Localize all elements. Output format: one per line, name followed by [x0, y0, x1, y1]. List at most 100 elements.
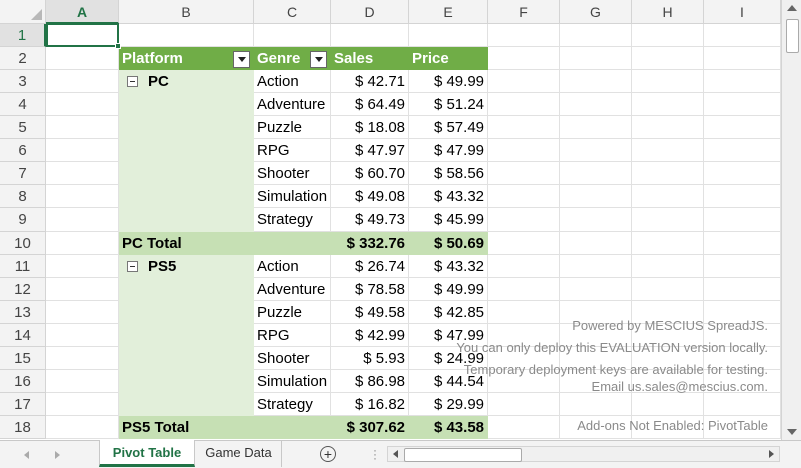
- row-header-17[interactable]: 17: [0, 393, 46, 416]
- grid-cell[interactable]: [46, 47, 119, 70]
- pivot-genre-cell[interactable]: Shooter: [254, 162, 331, 185]
- grid-cell[interactable]: [488, 162, 560, 185]
- row-header-13[interactable]: 13: [0, 301, 46, 324]
- pivot-total-sales-ps5[interactable]: $ 307.62: [331, 416, 409, 439]
- grid-cell[interactable]: [254, 24, 331, 47]
- pivot-total-price-pc[interactable]: $ 50.69: [409, 232, 488, 255]
- pivot-genre-cell[interactable]: Simulation: [254, 370, 331, 393]
- tab-scroll-right-icon[interactable]: [55, 451, 60, 459]
- grid-cell[interactable]: [46, 393, 119, 416]
- grid-cell[interactable]: [560, 393, 632, 416]
- pivot-price-cell[interactable]: $ 51.24: [409, 93, 488, 116]
- grid-cell[interactable]: [704, 185, 781, 208]
- pivot-price-cell[interactable]: $ 58.56: [409, 162, 488, 185]
- row-header-1[interactable]: 1: [0, 24, 46, 47]
- column-header-d[interactable]: D: [331, 0, 409, 24]
- pivot-group-pc[interactable]: PC: [119, 70, 254, 93]
- grid-cell[interactable]: [331, 24, 409, 47]
- hscroll-left-icon[interactable]: [393, 450, 398, 458]
- grid-cell[interactable]: [46, 232, 119, 255]
- grid-cell[interactable]: [632, 208, 704, 232]
- row-header-11[interactable]: 11: [0, 255, 46, 278]
- grid-cell[interactable]: [46, 324, 119, 347]
- pivot-price-cell[interactable]: $ 43.32: [409, 255, 488, 278]
- row-header-5[interactable]: 5: [0, 116, 46, 139]
- pivot-group-ps5[interactable]: PS5: [119, 255, 254, 278]
- pivot-genre-cell[interactable]: Action: [254, 70, 331, 93]
- column-header-h[interactable]: H: [632, 0, 704, 24]
- pivot-sales-cell[interactable]: $ 18.08: [331, 116, 409, 139]
- grid-cell[interactable]: [560, 24, 632, 47]
- grid-cell[interactable]: [560, 116, 632, 139]
- splitter-dots-icon[interactable]: · · ·: [373, 444, 377, 464]
- row-header-18[interactable]: 18: [0, 416, 46, 439]
- grid-cell[interactable]: [632, 185, 704, 208]
- grid-cell[interactable]: [119, 24, 254, 47]
- grid-cell[interactable]: [46, 208, 119, 232]
- grid-cell[interactable]: [46, 93, 119, 116]
- row-header-16[interactable]: 16: [0, 370, 46, 393]
- grid-cell[interactable]: [632, 232, 704, 255]
- grid-cell[interactable]: [488, 24, 560, 47]
- pivot-sales-cell[interactable]: $ 86.98: [331, 370, 409, 393]
- grid-cell[interactable]: [409, 24, 488, 47]
- pivot-genre-cell[interactable]: Adventure: [254, 278, 331, 301]
- grid-cell[interactable]: [560, 208, 632, 232]
- filter-dropdown-icon[interactable]: [233, 51, 250, 68]
- grid-cell[interactable]: [704, 393, 781, 416]
- grid-cell[interactable]: [632, 139, 704, 162]
- grid-cell[interactable]: [632, 255, 704, 278]
- grid-cell[interactable]: [560, 162, 632, 185]
- column-header-e[interactable]: E: [409, 0, 488, 24]
- pivot-price-cell[interactable]: $ 29.99: [409, 393, 488, 416]
- grid-cell[interactable]: [46, 370, 119, 393]
- pivot-sales-cell[interactable]: $ 49.58: [331, 301, 409, 324]
- grid-cell[interactable]: [560, 139, 632, 162]
- grid-cell[interactable]: [704, 93, 781, 116]
- grid-cell[interactable]: [560, 185, 632, 208]
- grid-cell[interactable]: [46, 116, 119, 139]
- grid-cell[interactable]: [488, 416, 560, 439]
- grid-cell[interactable]: [560, 278, 632, 301]
- grid-cell[interactable]: [488, 70, 560, 93]
- pivot-genre-cell[interactable]: Puzzle: [254, 116, 331, 139]
- grid-cell[interactable]: [704, 208, 781, 232]
- grid-cell[interactable]: [46, 70, 119, 93]
- tab-scroll-left-icon[interactable]: [24, 451, 29, 459]
- pivot-sales-cell[interactable]: $ 42.71: [331, 70, 409, 93]
- pivot-price-cell[interactable]: $ 45.99: [409, 208, 488, 232]
- pivot-genre-cell[interactable]: Action: [254, 255, 331, 278]
- pivot-total-label-ps5[interactable]: PS5 Total: [119, 416, 254, 439]
- pivot-total-blank[interactable]: [254, 232, 331, 255]
- grid-cell[interactable]: [704, 116, 781, 139]
- row-header-7[interactable]: 7: [0, 162, 46, 185]
- collapse-toggle-icon[interactable]: [127, 260, 138, 272]
- pivot-price-cell[interactable]: $ 47.99: [409, 139, 488, 162]
- row-header-12[interactable]: 12: [0, 278, 46, 301]
- scroll-thumb[interactable]: [786, 19, 799, 53]
- row-header-4[interactable]: 4: [0, 93, 46, 116]
- grid-cell[interactable]: [488, 185, 560, 208]
- grid-cell[interactable]: [560, 255, 632, 278]
- column-header-b[interactable]: B: [119, 0, 254, 24]
- tab-pivot-table[interactable]: Pivot Table: [99, 440, 195, 467]
- grid-cell[interactable]: [488, 278, 560, 301]
- grid-cell[interactable]: [632, 393, 704, 416]
- grid-cell[interactable]: [632, 93, 704, 116]
- grid-cell[interactable]: [632, 278, 704, 301]
- row-header-2[interactable]: 2: [0, 47, 46, 70]
- column-header-c[interactable]: C: [254, 0, 331, 24]
- pivot-total-price-ps5[interactable]: $ 43.58: [409, 416, 488, 439]
- pivot-sales-cell[interactable]: $ 47.97: [331, 139, 409, 162]
- grid-cell[interactable]: [46, 185, 119, 208]
- pivot-sales-cell[interactable]: $ 49.73: [331, 208, 409, 232]
- pivot-price-cell[interactable]: $ 57.49: [409, 116, 488, 139]
- pivot-sales-cell[interactable]: $ 78.58: [331, 278, 409, 301]
- row-header-6[interactable]: 6: [0, 139, 46, 162]
- grid-cell[interactable]: [488, 393, 560, 416]
- column-header-g[interactable]: G: [560, 0, 632, 24]
- column-header-a[interactable]: A: [46, 0, 119, 24]
- grid-cell[interactable]: [632, 162, 704, 185]
- grid-cell[interactable]: [488, 301, 560, 324]
- active-cell-selection[interactable]: [46, 23, 119, 47]
